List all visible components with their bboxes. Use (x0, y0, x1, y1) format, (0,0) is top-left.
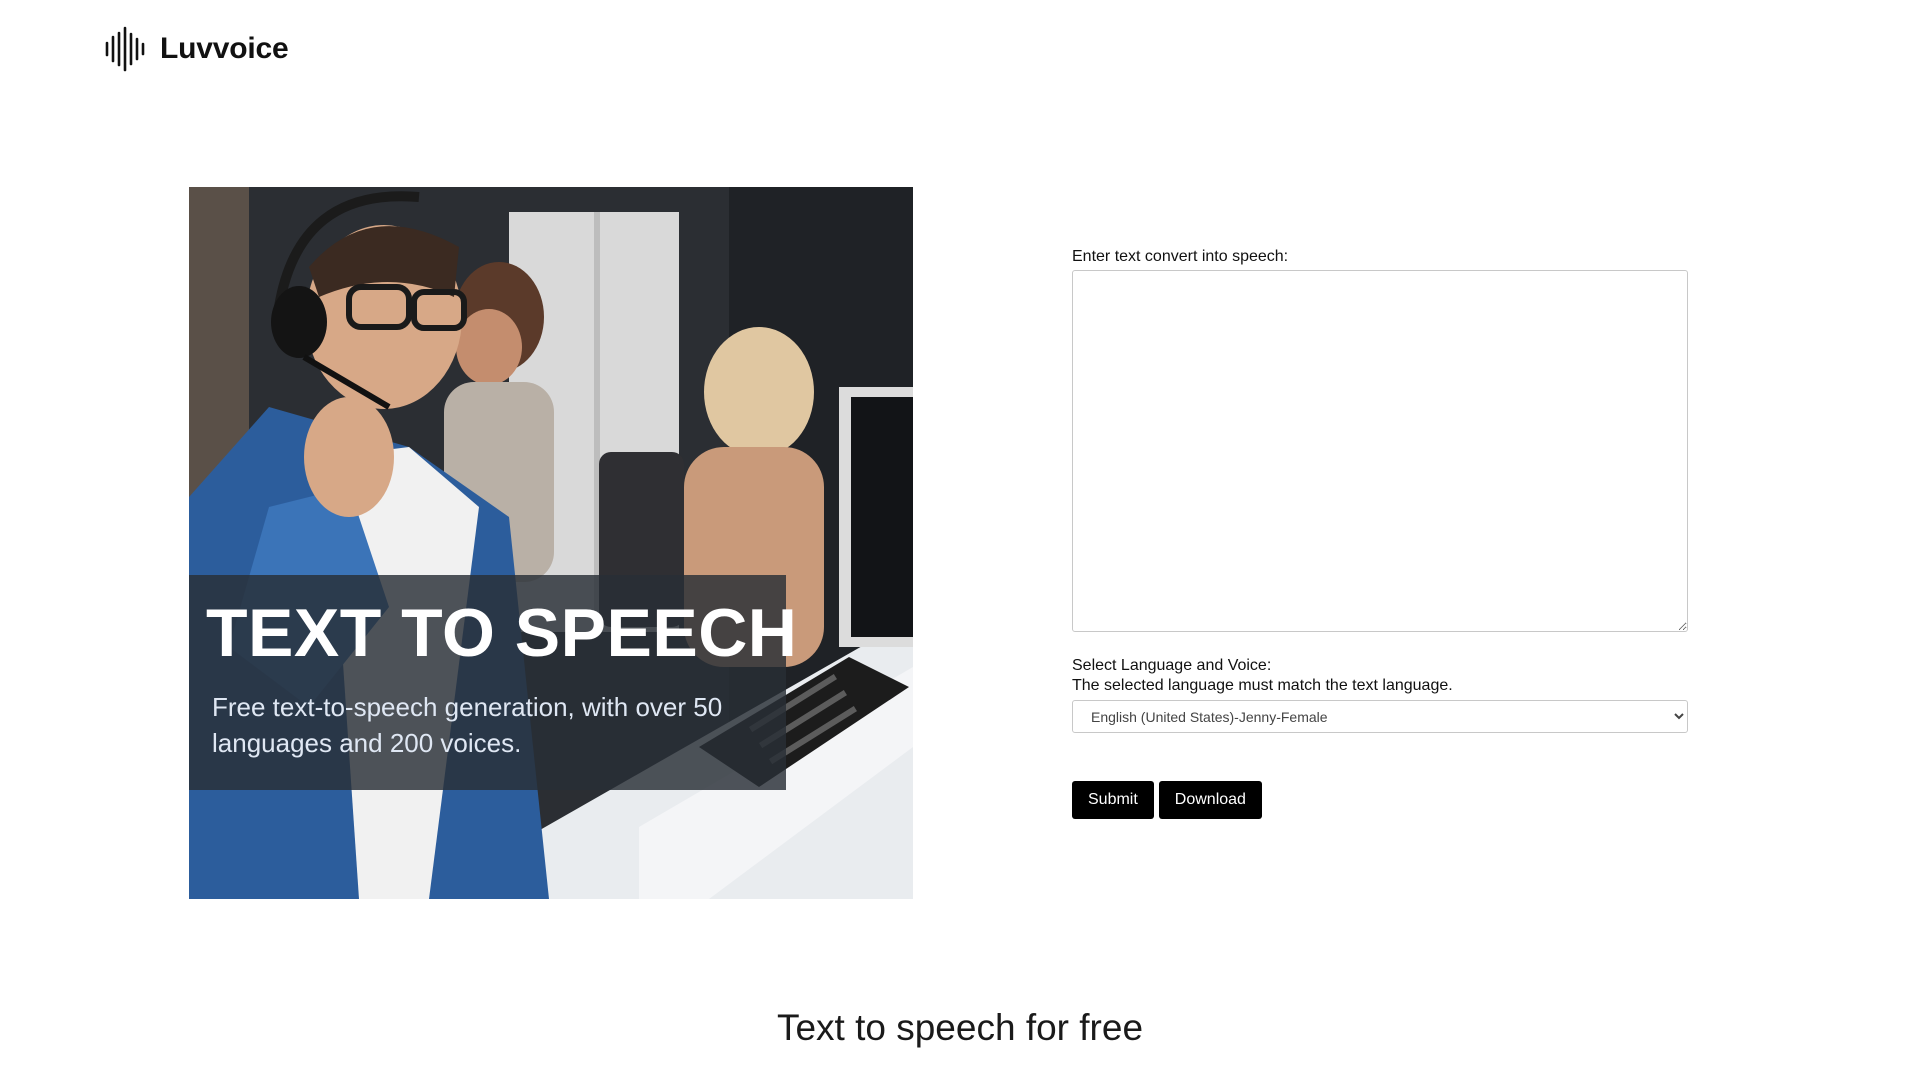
voice-select[interactable]: English (United States)-Jenny-Female (1072, 700, 1688, 733)
soundwave-icon (105, 26, 145, 72)
language-note: The selected language must match the tex… (1072, 677, 1453, 694)
form-actions: Submit Download (1072, 781, 1688, 819)
download-button[interactable]: Download (1158, 781, 1262, 819)
hero-overlay: TEXT TO SPEECH Free text-to-speech gener… (189, 575, 797, 790)
submit-button[interactable]: Submit (1072, 781, 1154, 819)
hero-subtitle: Free text-to-speech generation, with ove… (212, 692, 723, 758)
brand-name: Luvvoice (160, 32, 289, 65)
hero-image: TEXT TO SPEECH Free text-to-speech gener… (189, 187, 913, 899)
page: Luvvoice TEXT TO SPEECH Free text-to-spe… (0, 0, 1920, 1080)
hero-title: TEXT TO SPEECH (206, 595, 798, 671)
language-label: Select Language and Voice: (1072, 657, 1272, 674)
text-input[interactable] (1072, 270, 1688, 632)
tts-form: Enter text convert into speech: Select L… (1072, 247, 1688, 819)
call-center-photo (189, 187, 913, 899)
section-heading: Text to speech for free (776, 1007, 1144, 1048)
brand-logo[interactable]: Luvvoice (104, 26, 289, 72)
text-input-label: Enter text convert into speech: (1072, 248, 1289, 265)
